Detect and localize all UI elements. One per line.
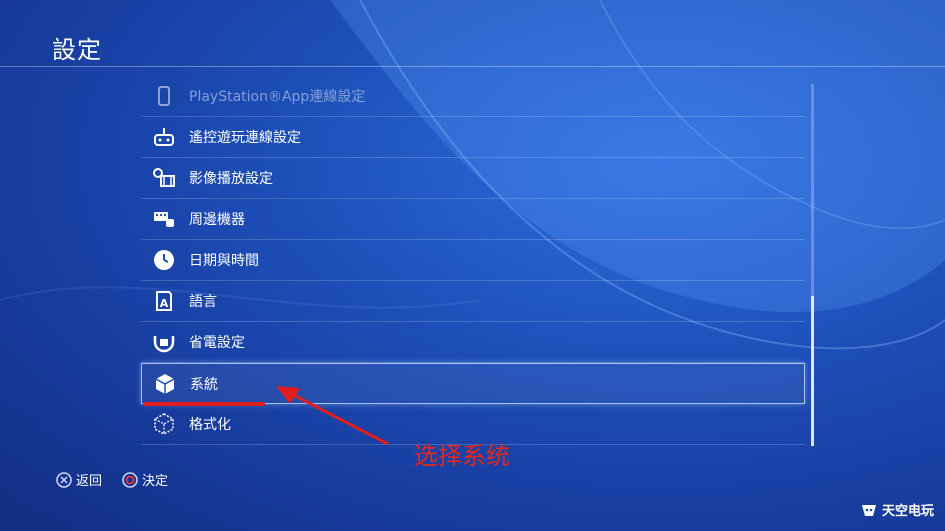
scrollbar-thumb[interactable] <box>811 296 814 446</box>
menu-item-label: 日期與時間 <box>189 253 259 269</box>
menu-item-power-save[interactable]: 省電設定 <box>141 322 805 363</box>
menu-item-peripherals[interactable]: 周邊機器 <box>141 199 805 240</box>
back-hint[interactable]: 返回 <box>56 470 102 489</box>
clock-icon <box>151 247 177 273</box>
language-icon: A <box>151 288 177 314</box>
cross-button-icon <box>56 471 72 488</box>
video-playback-icon <box>151 165 177 191</box>
watermark-logo-icon <box>862 504 876 516</box>
menu-item-label: 影像播放設定 <box>189 171 273 187</box>
annotation-arrow <box>276 386 389 446</box>
peripherals-icon <box>151 206 177 232</box>
menu-item-label: 語言 <box>189 294 217 310</box>
menu-item-label: 格式化 <box>189 417 231 433</box>
menu-item-label: PlayStation®App連線設定 <box>189 89 366 105</box>
page-title: 設定 <box>52 36 102 64</box>
confirm-hint[interactable]: 決定 <box>122 470 168 489</box>
menu-item-label: 遙控遊玩連線設定 <box>189 130 301 146</box>
annotation-text: 选择系统 <box>414 442 510 470</box>
power-save-icon <box>151 329 177 355</box>
svg-text:A: A <box>160 297 169 310</box>
menu-item-remote-play[interactable]: 遙控遊玩連線設定 <box>141 117 805 158</box>
footer-hints: 返回 決定 <box>56 470 188 489</box>
menu-item-language[interactable]: A 語言 <box>141 281 805 322</box>
menu-item-system[interactable]: 系統 <box>141 363 805 404</box>
menu-item-date-time[interactable]: 日期與時間 <box>141 240 805 281</box>
remote-play-icon <box>151 124 177 150</box>
menu-item-label: 系統 <box>190 376 218 393</box>
confirm-hint-label: 決定 <box>142 474 169 489</box>
menu-item-video-playback[interactable]: 影像播放設定 <box>141 158 805 199</box>
menu-item-label: 省電設定 <box>189 335 245 351</box>
menu-item-label: 周邊機器 <box>189 212 245 228</box>
settings-menu: PlayStation®App連線設定 遙控遊玩連線設定 影像播放設定 周邊機器… <box>141 76 805 445</box>
back-hint-label: 返回 <box>76 474 103 489</box>
menu-item-playstation-app[interactable]: PlayStation®App連線設定 <box>141 76 805 117</box>
watermark-text: 天空电玩 <box>882 504 935 519</box>
system-cube-icon <box>152 371 178 397</box>
annotation-underline <box>143 402 265 406</box>
circle-button-icon <box>122 471 138 488</box>
site-watermark: 天空电玩 <box>860 500 934 519</box>
header-divider <box>0 66 945 67</box>
initialize-icon <box>151 411 177 437</box>
smartphone-icon <box>151 83 177 109</box>
